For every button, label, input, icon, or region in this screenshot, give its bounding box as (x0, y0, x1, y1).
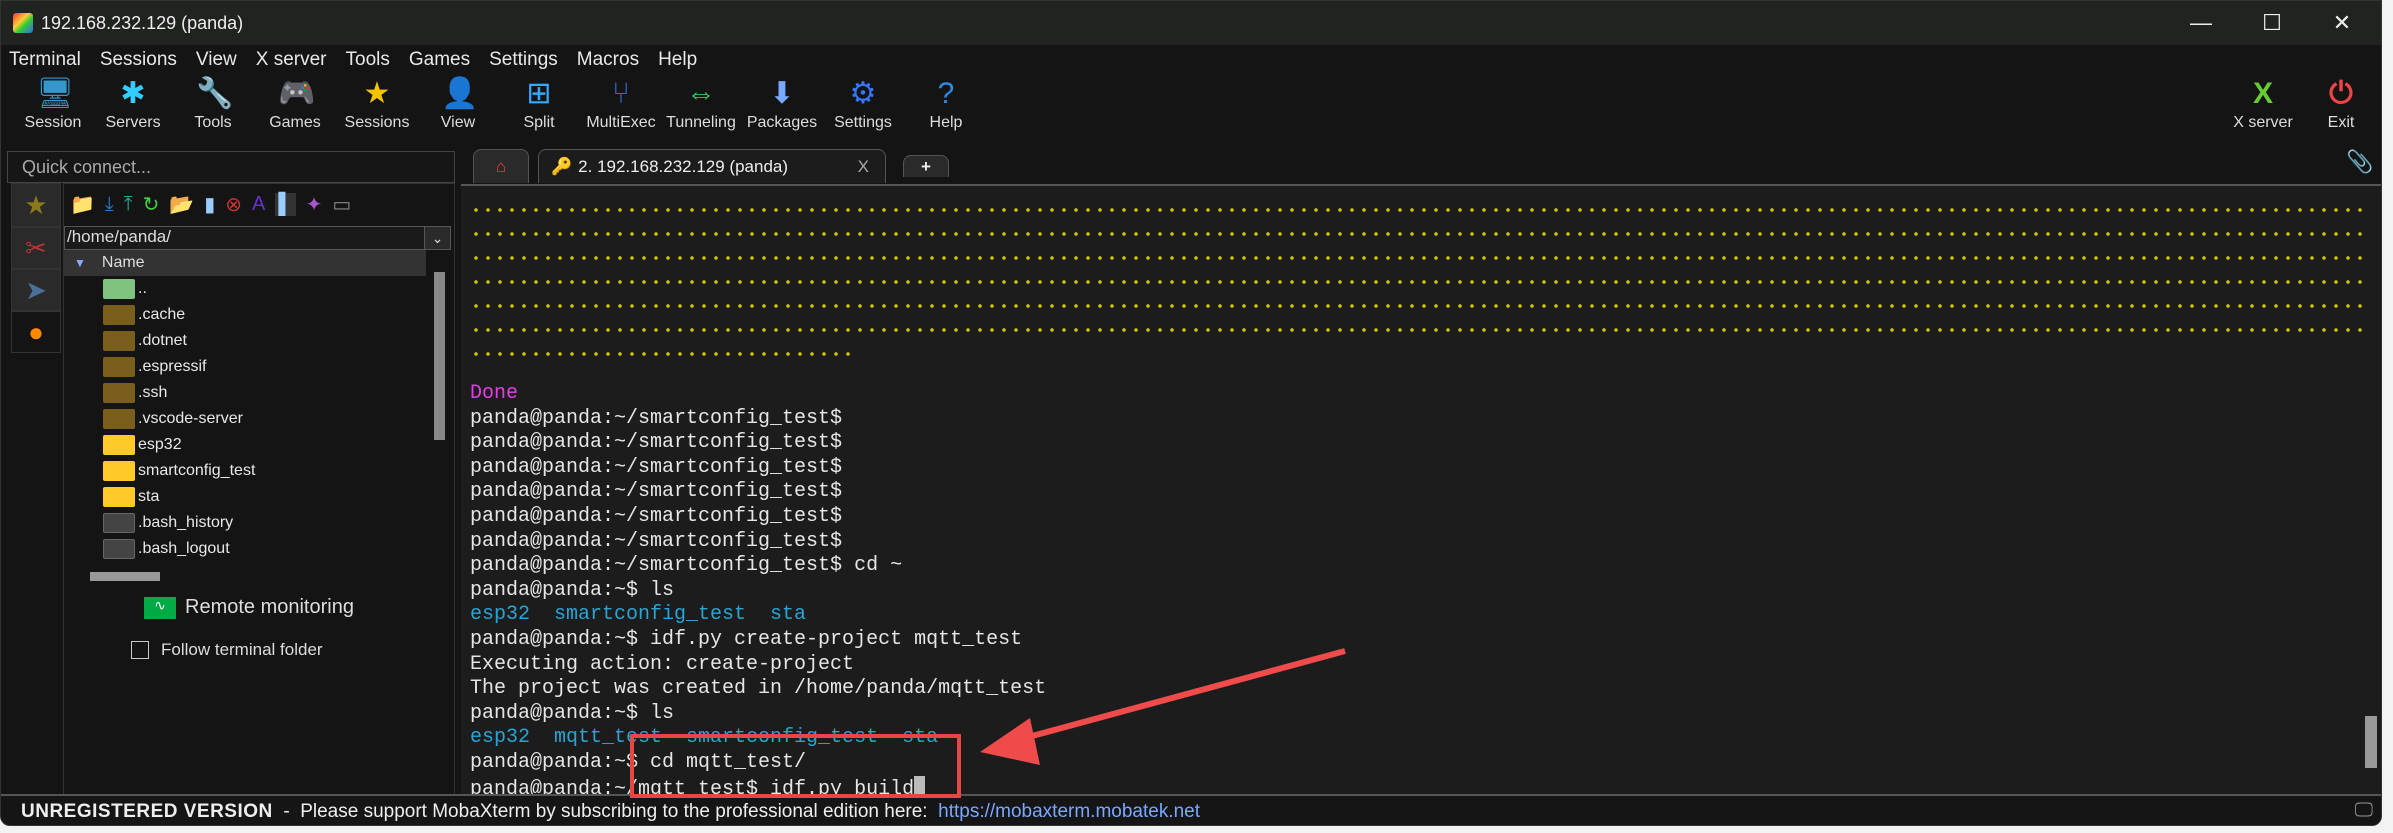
annotation-arrow (980, 648, 1346, 765)
